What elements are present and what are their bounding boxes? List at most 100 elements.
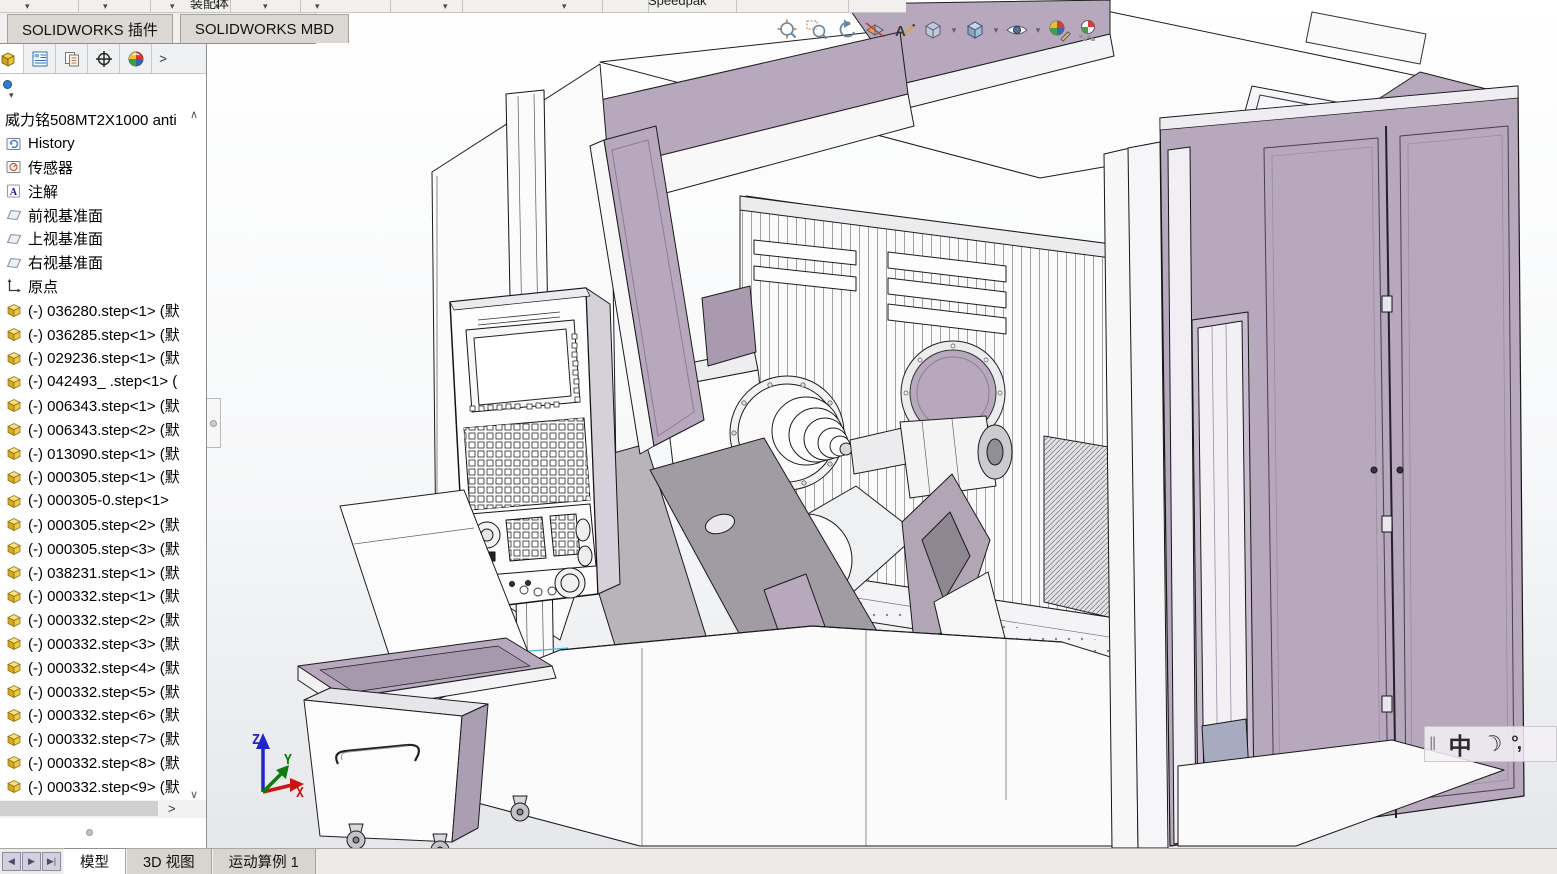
view-orientation-caret-icon[interactable]: ▾ bbox=[949, 25, 959, 36]
tree-item[interactable]: (-) 036280.step<1> (默 bbox=[0, 298, 206, 322]
sensors-icon bbox=[6, 159, 23, 176]
property-manager-tab[interactable] bbox=[24, 44, 56, 73]
annotations-icon: A bbox=[6, 183, 23, 200]
tree-item-label: (-) 000332.step<2> (默 bbox=[28, 612, 180, 630]
tree-item[interactable]: (-) 000305.step<2> (默 bbox=[0, 513, 206, 537]
part-icon bbox=[6, 754, 23, 771]
panel-splitter-grip[interactable] bbox=[86, 829, 93, 836]
tree-item[interactable]: (-) 013090.step<1> (默 bbox=[0, 441, 206, 465]
ime-language-bar[interactable]: ‖ 中 ☽ °, bbox=[1424, 726, 1557, 762]
tree-horizontal-scrollbar[interactable]: > bbox=[0, 800, 206, 818]
tree-item-label: (-) 000332.step<9> (默 bbox=[28, 778, 180, 796]
dropdown-caret-icon[interactable]: ▾ bbox=[443, 1, 448, 12]
tree-item[interactable]: (-) 000332.step<5> (默 bbox=[0, 679, 206, 703]
triad-z-label: Z bbox=[252, 733, 260, 748]
tree-item[interactable]: 前视基准面 bbox=[0, 203, 206, 227]
view-orientation-icon[interactable] bbox=[920, 17, 946, 43]
tab-scroll-button[interactable]: ▶ bbox=[22, 852, 41, 871]
viewport-edge-splitter[interactable] bbox=[207, 398, 221, 448]
origin-icon bbox=[6, 278, 23, 295]
hide-show-items-icon[interactable] bbox=[1004, 17, 1030, 43]
tree-item[interactable]: 右视基准面 bbox=[0, 251, 206, 275]
tree-item[interactable]: (-) 000305.step<3> (默 bbox=[0, 536, 206, 560]
filter-caret-icon[interactable]: ▾ bbox=[9, 90, 14, 101]
dimxpert-manager-tab[interactable] bbox=[88, 44, 120, 73]
part-icon bbox=[6, 778, 23, 795]
display-manager-tab[interactable] bbox=[120, 44, 152, 73]
tree-item[interactable]: (-) 000332.step<4> (默 bbox=[0, 655, 206, 679]
tree-item[interactable]: (-) 006343.step<1> (默 bbox=[0, 394, 206, 418]
tree-item[interactable]: (-) 000332.step<2> (默 bbox=[0, 608, 206, 632]
part-icon bbox=[6, 397, 23, 414]
tree-item[interactable]: (-) 000332.step<8> (默 bbox=[0, 751, 206, 775]
dropdown-caret-icon[interactable]: ▾ bbox=[263, 1, 268, 12]
annotation-visibility-icon[interactable]: A bbox=[891, 17, 917, 43]
tree-item[interactable]: (-) 029236.step<1> (默 bbox=[0, 346, 206, 370]
tree-item[interactable]: 原点 bbox=[0, 275, 206, 299]
tree-item[interactable]: (-) 038231.step<1> (默 bbox=[0, 560, 206, 584]
hide-show-caret-icon[interactable]: ▾ bbox=[1033, 25, 1043, 36]
tree-item[interactable]: History bbox=[0, 132, 206, 156]
tree-item-label: 注解 bbox=[28, 183, 59, 201]
tree-item-label: 上视基准面 bbox=[28, 231, 104, 249]
tree-item[interactable]: (-) 000332.step<1> (默 bbox=[0, 584, 206, 608]
bottom-tab-inactive[interactable]: 运动算例 1 bbox=[211, 849, 316, 874]
panel-expand-icon[interactable]: > bbox=[152, 44, 174, 73]
graphics-viewport[interactable]: Z X Y bbox=[207, 0, 1557, 848]
tree-item[interactable]: (-) 000332.step<3> (默 bbox=[0, 632, 206, 656]
tree-item[interactable]: (-) 042493_ .step<1> ( bbox=[0, 370, 206, 394]
machine-model: Z X Y bbox=[252, 0, 1525, 848]
part-icon bbox=[6, 445, 23, 462]
display-style-caret-icon[interactable]: ▾ bbox=[991, 25, 1001, 36]
dropdown-caret-icon[interactable]: ▾ bbox=[562, 1, 567, 12]
zoom-to-fit-icon[interactable] bbox=[775, 17, 801, 43]
bottom-tab-active[interactable]: 模型 bbox=[63, 848, 126, 874]
scrollbar-thumb[interactable] bbox=[0, 801, 158, 816]
history-icon bbox=[6, 135, 23, 152]
part-icon bbox=[6, 302, 23, 319]
tree-scroll-up-icon[interactable]: ∧ bbox=[190, 110, 198, 121]
tree-item[interactable]: (-) 036285.step<1> (默 bbox=[0, 322, 206, 346]
feature-tree: 威力铭508MT2X1000 anti History 传感器 A 注解前视基准面上视… bbox=[0, 108, 206, 843]
tree-item[interactable]: (-) 000305.step<1> (默 bbox=[0, 465, 206, 489]
tab-scroll-button[interactable]: ◀ bbox=[2, 852, 21, 871]
dropdown-caret-icon[interactable]: ▾ bbox=[103, 1, 108, 12]
featuremanager-design-tree-tab[interactable] bbox=[0, 44, 24, 73]
configuration-manager-tab[interactable] bbox=[56, 44, 88, 73]
tree-item-label: (-) 000332.step<3> (默 bbox=[28, 635, 180, 653]
scrollbar-right-icon[interactable]: > bbox=[168, 801, 176, 816]
ime-grip-icon[interactable]: ‖ bbox=[1425, 734, 1442, 755]
bottom-tab-inactive[interactable]: 3D 视图 bbox=[126, 849, 212, 874]
tree-item[interactable]: A 注解 bbox=[0, 179, 206, 203]
previous-view-icon[interactable] bbox=[833, 17, 859, 43]
tree-scroll-down-icon[interactable]: ∨ bbox=[190, 790, 198, 801]
dropdown-caret-icon[interactable]: ▾ bbox=[25, 1, 30, 12]
machine-base bbox=[435, 625, 1147, 847]
tree-item[interactable]: (-) 000305-0.step<1> bbox=[0, 489, 206, 513]
command-toolbar-clipped: ▾ ▾ ▾ ▾ ▾ ▾ ▾ ▾ 装配体 Speedpak bbox=[0, 0, 906, 13]
tree-item-label: (-) 000332.step<1> (默 bbox=[28, 588, 180, 606]
svg-text:A: A bbox=[10, 187, 18, 198]
ime-halfwidth-moon-icon[interactable]: ☽ bbox=[1474, 727, 1512, 762]
dropdown-caret-icon[interactable]: ▾ bbox=[315, 1, 320, 12]
tab-solidworks-mbd[interactable]: SOLIDWORKS MBD bbox=[179, 14, 350, 43]
tree-item[interactable]: (-) 000332.step<9> (默 bbox=[0, 774, 206, 798]
display-style-icon[interactable] bbox=[962, 17, 988, 43]
tree-item-label: History bbox=[28, 135, 75, 153]
tree-item[interactable]: (-) 006343.step<2> (默 bbox=[0, 417, 206, 441]
zoom-to-area-icon[interactable] bbox=[804, 17, 830, 43]
tab-scroll-button[interactable]: ▶| bbox=[42, 852, 61, 871]
ime-language-mode[interactable]: 中 bbox=[1442, 727, 1477, 761]
apply-scene-icon[interactable] bbox=[1075, 17, 1101, 43]
tree-root-item[interactable]: 威力铭508MT2X1000 anti bbox=[0, 108, 206, 132]
filter-icon[interactable] bbox=[3, 80, 12, 89]
tree-item[interactable]: 传感器 bbox=[0, 156, 206, 180]
tree-item[interactable]: 上视基准面 bbox=[0, 227, 206, 251]
dropdown-caret-icon[interactable]: ▾ bbox=[170, 1, 175, 12]
tab-solidworks-addins[interactable]: SOLIDWORKS 插件 bbox=[7, 14, 173, 43]
tree-item[interactable]: (-) 000332.step<6> (默 bbox=[0, 703, 206, 727]
tree-filter-row: ▾ bbox=[0, 74, 206, 108]
tree-item[interactable]: (-) 000332.step<7> (默 bbox=[0, 727, 206, 751]
section-view-icon[interactable] bbox=[862, 17, 888, 43]
edit-appearance-icon[interactable] bbox=[1046, 17, 1072, 43]
